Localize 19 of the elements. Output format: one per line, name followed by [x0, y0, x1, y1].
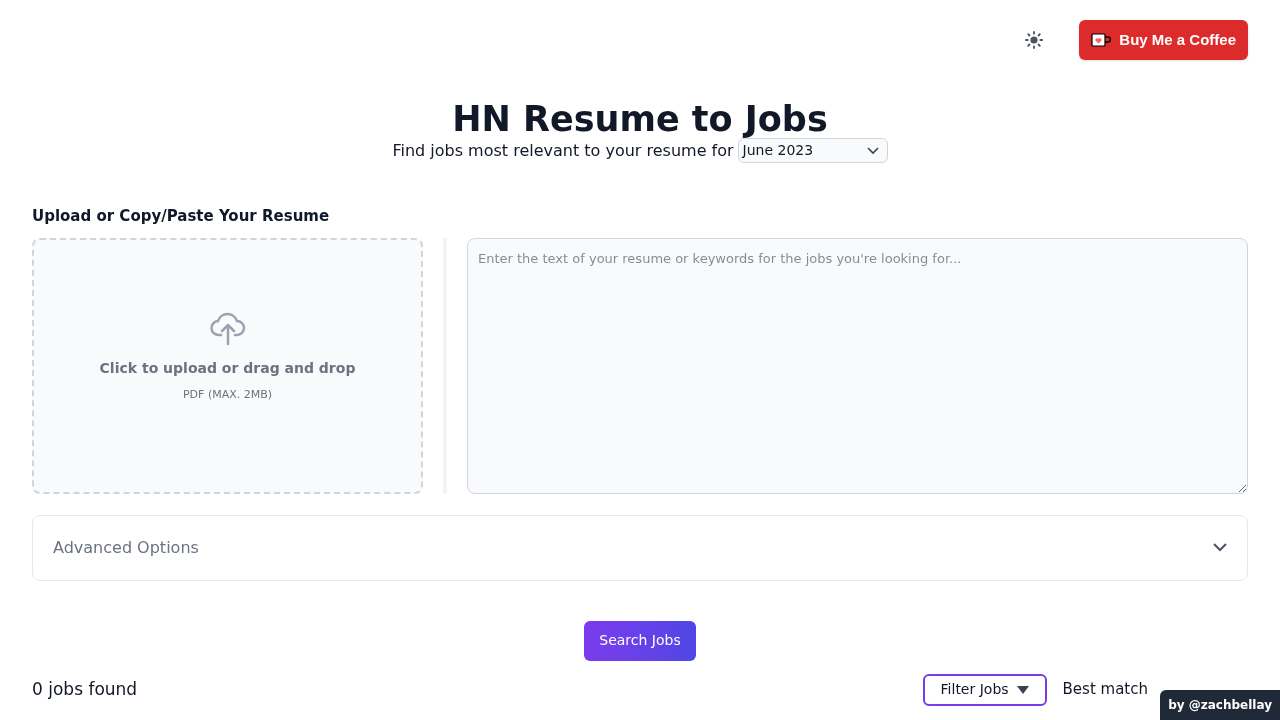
caret-icon: [1016, 685, 1029, 694]
filter-jobs-button[interactable]: Filter Jobs: [922, 673, 1047, 706]
month-select[interactable]: June 2023: [737, 138, 888, 163]
sort-label[interactable]: Best match: [1062, 678, 1148, 701]
credit-badge[interactable]: by @zachbellay: [1160, 690, 1280, 720]
resume-text-area[interactable]: Enter the text of your resume or keywords for the jobs you're looking for...: [467, 237, 1248, 494]
advanced-options-toggle[interactable]: Advanced Options: [32, 514, 1248, 581]
page-title: HN Resume to Jobs: [452, 98, 828, 140]
upload-heading: Upload or Copy/Paste Your Resume: [32, 206, 331, 227]
buy-me-a-coffee-button[interactable]: Buy Me a Coffee: [1079, 20, 1248, 60]
file-dropzone[interactable]: Click to upload or drag and drop PDF (MAX. 2MB): [32, 237, 423, 494]
coffee-cup-icon: [1091, 32, 1112, 48]
sun-icon[interactable]: [1025, 31, 1044, 49]
file-type-hint: PDF (MAX. 2MB): [182, 386, 273, 403]
jobs-count: 0 jobs found: [32, 677, 138, 701]
subtitle: Find jobs most relevant to your resume for: [392, 139, 734, 162]
dropzone-text: Click to upload or drag and drop: [99, 358, 356, 378]
search-jobs-button[interactable]: Search Jobs: [584, 620, 696, 661]
chevron-down-icon: [866, 146, 879, 155]
